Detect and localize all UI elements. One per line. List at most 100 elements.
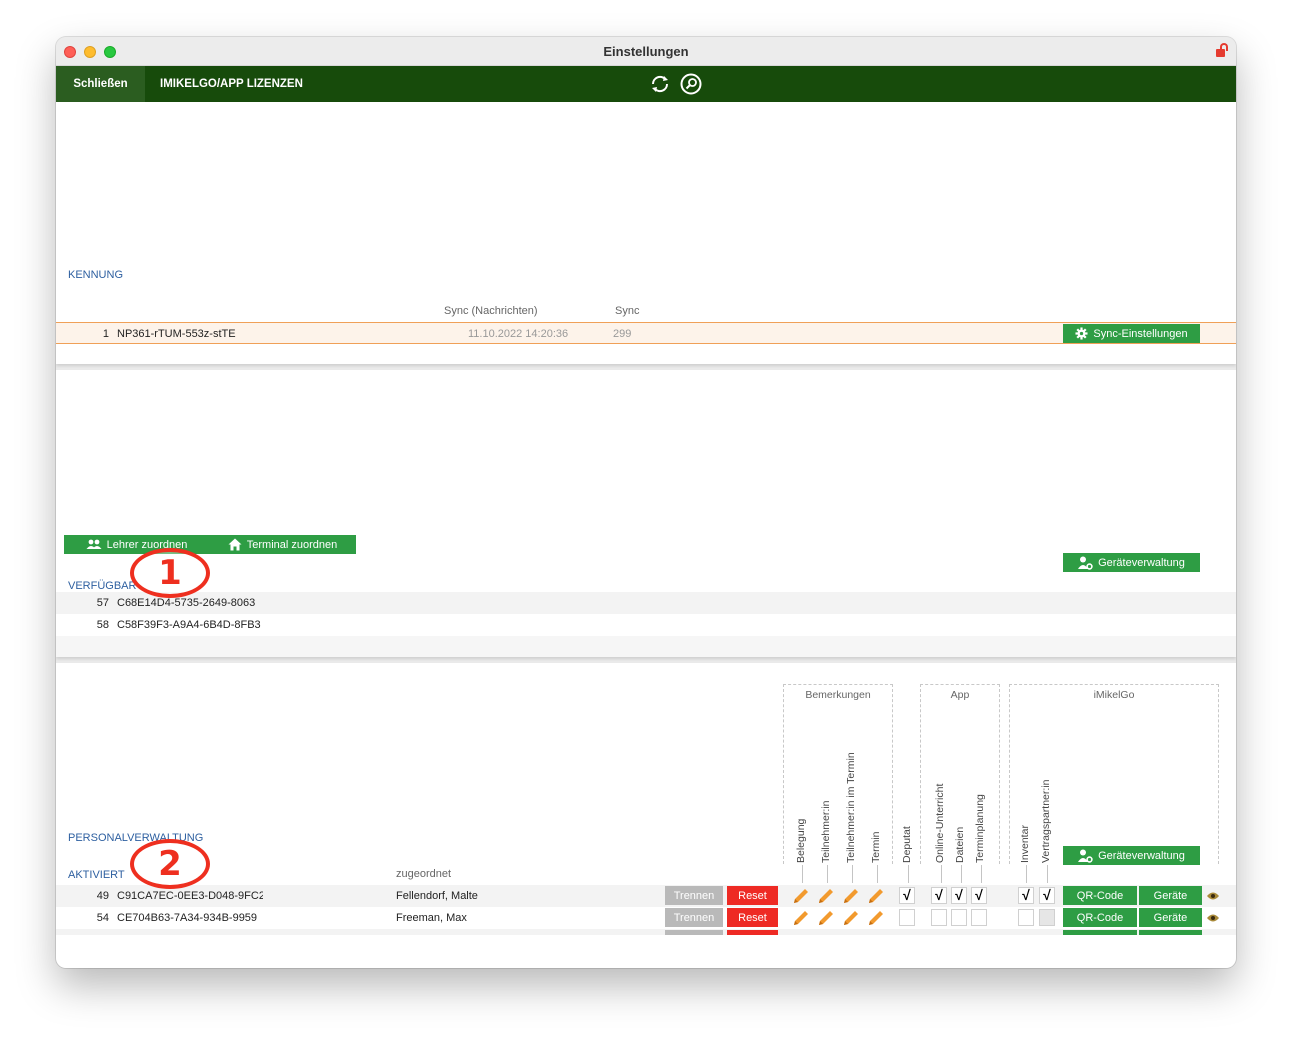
terminplanung-checkbox[interactable] [971,909,987,926]
available-label: VERFÜGBAR [68,580,137,592]
deputat-checkbox[interactable] [899,909,915,926]
qr-code-button[interactable] [1063,930,1137,935]
disconnect-button[interactable] [665,930,723,935]
eye-icon[interactable] [1206,891,1220,901]
annotation-badge-2: 2 [130,839,210,889]
kennung-panel: KENNUNG Sync (Nachrichten) Sync 1 NP361-… [56,102,1236,364]
table-row[interactable]: 57 C68E14D4-5735-2649-8063 [56,592,1236,614]
gear-icon [1075,327,1088,340]
personnel-panel: Bemerkungen App iMikelGo Belegung Teilne… [56,663,1236,968]
col-inventar: Inventar [1019,825,1031,863]
table-row-partial [56,929,1236,935]
reset-button[interactable]: Reset [727,908,778,927]
kennung-label: KENNUNG [68,269,124,281]
row-number: 54 [96,912,109,924]
license-id: NP361-rTUM-553z-stTE [117,328,236,340]
disconnect-button[interactable]: Trennen [665,886,723,905]
reset-button[interactable]: Reset [727,886,778,905]
pencil-icon[interactable] [792,909,810,927]
vertragspartner-checkbox[interactable] [1039,909,1055,926]
user-gear-icon [1078,849,1093,863]
online-checkbox[interactable] [931,909,947,926]
col-teilnehmer-termin: Teilnehmer:in im Termin [845,752,857,863]
terminplanung-checkbox[interactable]: √ [971,887,987,904]
table-row[interactable]: 54 CE704B63-7A34-934B-9959 Freeman, Max … [56,907,1236,929]
pencil-icon[interactable] [842,909,860,927]
col-termin: Termin [870,831,882,863]
app-group-title: App [950,689,970,701]
sync-messages-value: 11.10.2022 14:20:36 [468,328,569,340]
row-number: 58 [96,619,109,631]
device-id: C58F39F3-A9A4-6B4D-8FB3 [117,619,261,631]
home-icon [228,538,242,551]
pencil-icon[interactable] [867,909,885,927]
pencil-icon[interactable] [817,887,835,905]
settings-window: Einstellungen Schließen IMIKELGO/APP LIZ… [56,37,1236,968]
device-management-button[interactable]: Geräteverwaltung [1063,553,1200,572]
users-icon [86,539,102,549]
device-id: C91CA7EC-0EE3-D048-9FC2 [117,890,263,902]
lock-icon[interactable] [1216,43,1228,57]
sync-settings-button[interactable]: Sync-Einstellungen [1063,324,1200,343]
device-management-label: Geräteverwaltung [1098,556,1185,569]
device-management-button[interactable]: Geräteverwaltung [1063,846,1200,865]
devices-button[interactable]: Geräte [1139,908,1202,927]
activated-label: AKTIVIERT [68,869,125,881]
pencil-icon[interactable] [817,909,835,927]
col-teilnehmer: Teilnehmer:in [820,800,832,863]
assigned-name: Freeman, Max [396,912,467,924]
qr-code-button[interactable]: QR-Code [1063,908,1137,927]
col-belegung: Belegung [795,818,807,863]
device-id: C68E14D4-5735-2649-8063 [117,597,256,609]
bemerkungen-group-title: Bemerkungen [805,689,871,701]
disconnect-button[interactable]: Trennen [665,908,723,927]
inventar-checkbox[interactable]: √ [1018,887,1034,904]
toolbar: Schließen IMIKELGO/APP LIZENZEN [56,66,1236,102]
sync-value: 299 [613,328,632,340]
table-row[interactable]: 58 C58F39F3-A9A4-6B4D-8FB3 [56,614,1236,636]
licenses-tab[interactable]: IMIKELGO/APP LIZENZEN [160,66,303,102]
col-deputat: Deputat [901,826,913,863]
col-dateien: Dateien [954,826,966,863]
inventar-checkbox[interactable] [1018,909,1034,926]
imikelgo-group-title: iMikelGo [1093,689,1135,701]
col-vertragspartner: Vertragspartner:in [1040,779,1052,863]
pencil-icon[interactable] [867,887,885,905]
table-row[interactable]: 49 C91CA7EC-0EE3-D048-9FC2 Fellendorf, M… [56,885,1236,907]
user-gear-icon [1078,556,1093,570]
vertragspartner-checkbox[interactable]: √ [1039,887,1055,904]
assigned-header: zugeordnet [396,868,452,880]
devices-button[interactable] [1139,930,1202,935]
pencil-icon[interactable] [842,887,860,905]
qr-code-button[interactable]: QR-Code [1063,886,1137,905]
assign-terminal-button[interactable]: Terminal zuordnen [209,535,356,554]
device-management-label: Geräteverwaltung [1098,849,1185,862]
title-bar: Einstellungen [56,37,1236,66]
reset-button[interactable] [727,930,778,935]
eye-icon[interactable] [1206,913,1220,923]
row-number: 1 [102,328,109,340]
assigned-name: Fellendorf, Malte [396,890,478,902]
pencil-icon[interactable] [792,887,810,905]
assign-terminal-label: Terminal zuordnen [246,538,338,551]
sync-header: Sync [615,305,640,317]
row-number: 49 [96,890,109,902]
available-panel: Lehrer zuordnen Terminal zuordnen Geräte… [56,370,1236,657]
sync-icon[interactable] [649,73,671,95]
dateien-checkbox[interactable]: √ [951,887,967,904]
search-icon[interactable] [680,73,702,95]
devices-button[interactable]: Geräte [1139,886,1202,905]
deputat-checkbox[interactable]: √ [899,887,915,904]
close-button[interactable]: Schließen [56,66,145,102]
dateien-checkbox[interactable] [951,909,967,926]
sync-messages-header: Sync (Nachrichten) [444,305,538,317]
row-number: 57 [96,597,109,609]
list-spacer [56,636,1236,657]
col-online-unterricht: Online-Unterricht [934,783,946,863]
table-row[interactable]: 1 NP361-rTUM-553z-stTE 11.10.2022 14:20:… [56,322,1236,344]
window-title: Einstellungen [603,44,689,59]
annotation-badge-1: 1 [130,548,210,598]
col-terminplanung: Terminplanung [974,794,986,863]
sync-settings-label: Sync-Einstellungen [1093,327,1188,340]
online-checkbox[interactable]: √ [931,887,947,904]
